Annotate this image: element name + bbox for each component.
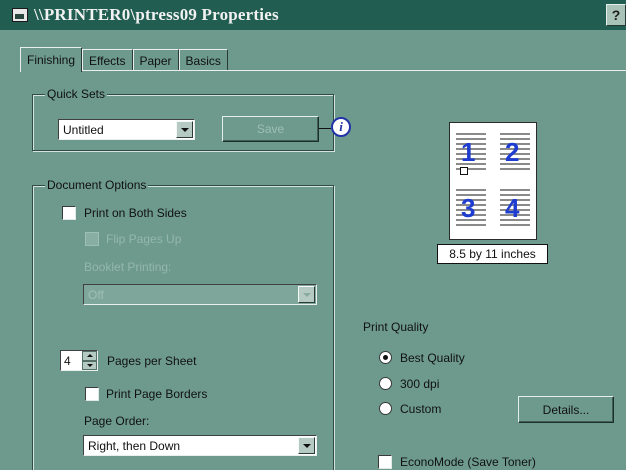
economode-checkbox[interactable] — [378, 455, 392, 469]
tab-strip: Finishing Effects Paper Basics — [20, 47, 228, 72]
printer-icon — [12, 8, 28, 22]
title-bar[interactable]: \\PRINTER0\ptress09 Properties ? — [0, 0, 626, 30]
stepper-down-icon[interactable] — [82, 360, 97, 370]
chevron-down-icon[interactable] — [176, 121, 193, 138]
stepper-buttons[interactable] — [82, 351, 97, 370]
properties-dialog: \\PRINTER0\ptress09 Properties ? Finishi… — [0, 0, 626, 470]
help-button[interactable]: ? — [606, 4, 626, 26]
best-quality-label: Best Quality — [400, 351, 465, 365]
tab-panel-border — [20, 70, 626, 71]
print-page-borders-label: Print Page Borders — [106, 387, 208, 401]
quick-sets-label: Quick Sets — [45, 87, 108, 101]
document-options-label: Document Options — [45, 178, 149, 192]
preview-page-2: 2 — [500, 131, 530, 177]
preview-number: 2 — [505, 137, 520, 167]
tab-basics[interactable]: Basics — [178, 49, 228, 71]
preview-page-4: 4 — [500, 187, 530, 233]
staple-icon — [460, 167, 468, 175]
tab-finishing[interactable]: Finishing — [20, 47, 83, 72]
tab-effects[interactable]: Effects — [82, 49, 133, 71]
info-icon[interactable]: i — [331, 117, 351, 137]
print-both-sides-checkbox[interactable] — [62, 206, 76, 220]
details-button[interactable]: Details... — [518, 396, 614, 423]
stepper-up-icon[interactable] — [82, 351, 97, 361]
300-dpi-label: 300 dpi — [400, 377, 440, 391]
booklet-printing-label: Booklet Printing: — [84, 260, 172, 274]
custom-radio[interactable] — [379, 402, 392, 415]
preview-number: 4 — [505, 193, 520, 223]
layout-preview: 1 2 3 4 — [449, 122, 537, 240]
flip-pages-up-checkbox[interactable] — [85, 232, 99, 246]
page-order-select[interactable]: Right, then Down — [83, 435, 317, 456]
chevron-down-icon[interactable] — [298, 437, 315, 454]
window-title: \\PRINTER0\ptress09 Properties — [34, 5, 279, 24]
print-both-sides-label: Print on Both Sides — [84, 206, 187, 220]
page-order-value: Right, then Down — [88, 438, 181, 453]
paper-size-caption: 8.5 by 11 inches — [437, 244, 548, 264]
best-quality-radio[interactable] — [379, 351, 392, 364]
custom-label: Custom — [400, 402, 442, 416]
print-quality-label: Print Quality — [363, 320, 429, 334]
pages-per-sheet-stepper[interactable]: 4 — [60, 350, 98, 371]
economode-label: EconoMode (Save Toner) — [400, 455, 536, 469]
info-connector — [319, 128, 331, 129]
pages-per-sheet-label: Pages per Sheet — [107, 354, 197, 368]
booklet-printing-select[interactable]: Off — [83, 284, 317, 305]
preview-number: 1 — [461, 137, 476, 167]
preview-page-3: 3 — [456, 187, 486, 233]
booklet-printing-value: Off — [88, 287, 104, 302]
preview-number: 3 — [461, 193, 476, 223]
tab-paper[interactable]: Paper — [132, 49, 179, 71]
preview-page-1: 1 — [456, 131, 486, 177]
300-dpi-radio[interactable] — [379, 377, 392, 390]
flip-pages-up-label: Flip Pages Up — [106, 232, 182, 246]
pages-per-sheet-value: 4 — [64, 353, 71, 368]
save-quick-set-button[interactable]: Save — [222, 116, 319, 142]
chevron-down-icon[interactable] — [298, 286, 315, 303]
quick-sets-value: Untitled — [63, 122, 104, 137]
quick-sets-select[interactable]: Untitled — [58, 119, 195, 140]
page-order-label: Page Order: — [84, 414, 150, 428]
document-options-group: Document Options — [32, 178, 334, 470]
print-page-borders-checkbox[interactable] — [85, 387, 99, 401]
